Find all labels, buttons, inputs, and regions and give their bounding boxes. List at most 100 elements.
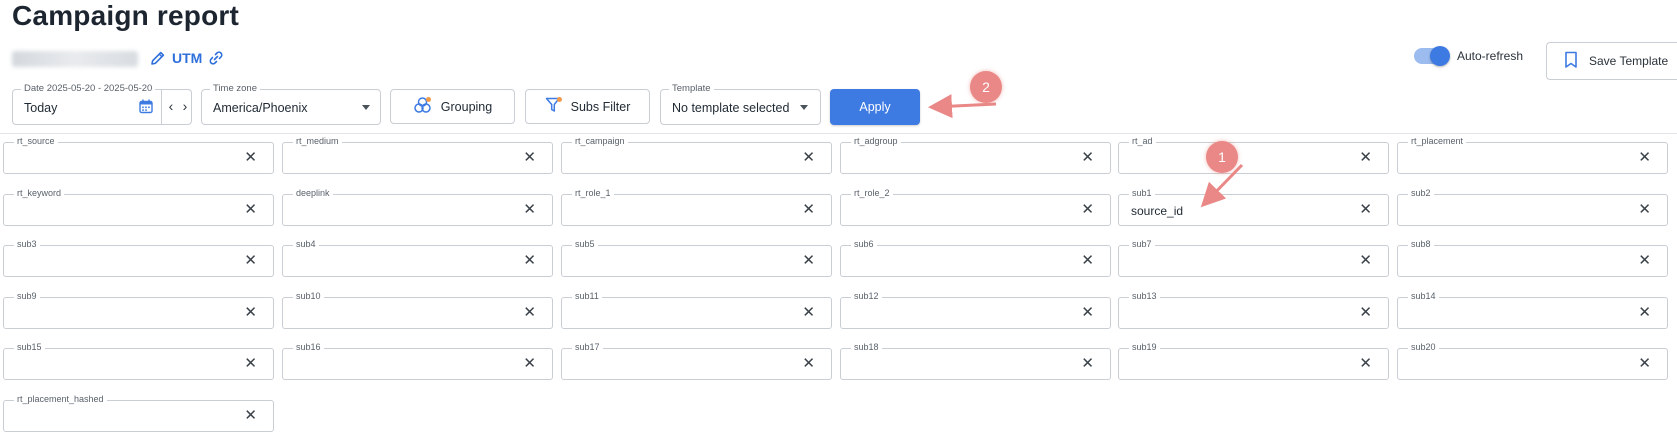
clear-icon[interactable]: ✕ [244, 355, 257, 373]
field-label: rt_role_2 [851, 188, 893, 198]
field-label: rt_medium [293, 136, 342, 146]
grouping-label: Grouping [440, 99, 493, 114]
utm-field-sub18[interactable]: sub18 ✕ [840, 342, 1111, 380]
clear-icon[interactable]: ✕ [523, 252, 536, 270]
field-label: sub12 [851, 291, 882, 301]
utm-link[interactable]: UTM [150, 50, 224, 66]
utm-field-sub15[interactable]: sub15 ✕ [3, 342, 274, 380]
timezone-value[interactable]: America/Phoenix [213, 101, 308, 115]
clear-icon[interactable]: ✕ [1081, 252, 1094, 270]
clear-icon[interactable]: ✕ [244, 304, 257, 322]
clear-icon[interactable]: ✕ [244, 252, 257, 270]
clear-icon[interactable]: ✕ [802, 149, 815, 167]
clear-icon[interactable]: ✕ [1359, 304, 1372, 322]
utm-label[interactable]: UTM [172, 50, 202, 66]
clear-icon[interactable]: ✕ [1638, 149, 1651, 167]
apply-button[interactable]: Apply [830, 89, 920, 125]
utm-field-rt-placement[interactable]: rt_placement ✕ [1397, 136, 1668, 174]
clear-icon[interactable]: ✕ [523, 149, 536, 167]
utm-field-sub8[interactable]: sub8 ✕ [1397, 239, 1668, 277]
date-value[interactable]: Today [24, 101, 57, 115]
clear-icon[interactable]: ✕ [802, 201, 815, 219]
field-label: sub1 [1129, 188, 1155, 198]
date-label: Date 2025-05-20 - 2025-05-20 [21, 83, 156, 94]
save-template-button[interactable]: Save Template [1546, 42, 1677, 80]
calendar-icon[interactable] [139, 99, 153, 119]
caret-down-icon[interactable] [362, 105, 370, 110]
date-picker[interactable]: Date 2025-05-20 - 2025-05-20 Today ‹ › [12, 83, 192, 125]
utm-field-sub12[interactable]: sub12 ✕ [840, 291, 1111, 329]
field-label: sub9 [14, 291, 40, 301]
utm-field-sub17[interactable]: sub17 ✕ [561, 342, 832, 380]
template-select[interactable]: Template No template selected [660, 83, 821, 125]
clear-icon[interactable]: ✕ [1081, 149, 1094, 167]
utm-field-sub9[interactable]: sub9 ✕ [3, 291, 274, 329]
timezone-select[interactable]: Time zone America/Phoenix [201, 83, 381, 125]
chevron-right-icon[interactable]: › [178, 98, 192, 114]
clear-icon[interactable]: ✕ [802, 355, 815, 373]
auto-refresh-toggle[interactable] [1414, 46, 1450, 66]
utm-field-rt-campaign[interactable]: rt_campaign ✕ [561, 136, 832, 174]
clear-icon[interactable]: ✕ [244, 407, 257, 425]
link-icon[interactable] [208, 50, 224, 66]
template-value[interactable]: No template selected [672, 101, 789, 115]
clear-icon[interactable]: ✕ [1081, 201, 1094, 219]
field-label: sub2 [1408, 188, 1434, 198]
utm-field-rt-source[interactable]: rt_source ✕ [3, 136, 274, 174]
utm-field-sub14[interactable]: sub14 ✕ [1397, 291, 1668, 329]
utm-field-sub13[interactable]: sub13 ✕ [1118, 291, 1389, 329]
field-label: sub5 [572, 239, 598, 249]
clear-icon[interactable]: ✕ [1359, 149, 1372, 167]
field-label: sub3 [14, 239, 40, 249]
clear-icon[interactable]: ✕ [1638, 252, 1651, 270]
utm-field-sub7[interactable]: sub7 ✕ [1118, 239, 1389, 277]
utm-field-sub6[interactable]: sub6 ✕ [840, 239, 1111, 277]
auto-refresh-toggle-group: Auto-refresh [1414, 46, 1523, 66]
utm-field-sub16[interactable]: sub16 ✕ [282, 342, 553, 380]
utm-field-rt-placement-hashed[interactable]: rt_placement_hashed ✕ [3, 394, 274, 432]
clear-icon[interactable]: ✕ [802, 304, 815, 322]
utm-field-sub20[interactable]: sub20 ✕ [1397, 342, 1668, 380]
clear-icon[interactable]: ✕ [1638, 355, 1651, 373]
utm-field-rt-role-1[interactable]: rt_role_1 ✕ [561, 188, 832, 226]
clear-icon[interactable]: ✕ [1081, 304, 1094, 322]
clear-icon[interactable]: ✕ [1359, 201, 1372, 219]
field-label: sub19 [1129, 342, 1160, 352]
pencil-icon[interactable] [150, 50, 166, 66]
field-label: sub4 [293, 239, 319, 249]
clear-icon[interactable]: ✕ [523, 355, 536, 373]
utm-field-sub10[interactable]: sub10 ✕ [282, 291, 553, 329]
clear-icon[interactable]: ✕ [802, 252, 815, 270]
clear-icon[interactable]: ✕ [523, 201, 536, 219]
field-label: rt_campaign [572, 136, 628, 146]
subs-filter-button[interactable]: Subs Filter [525, 89, 650, 124]
field-value[interactable]: source_id [1131, 204, 1183, 218]
utm-field-sub1[interactable]: sub1 source_id ✕ [1118, 188, 1389, 226]
field-label: sub18 [851, 342, 882, 352]
clear-icon[interactable]: ✕ [1638, 201, 1651, 219]
utm-field-rt-ad[interactable]: rt_ad ✕ [1118, 136, 1389, 174]
utm-field-sub2[interactable]: sub2 ✕ [1397, 188, 1668, 226]
field-label: sub10 [293, 291, 324, 301]
clear-icon[interactable]: ✕ [1081, 355, 1094, 373]
clear-icon[interactable]: ✕ [1359, 252, 1372, 270]
utm-field-rt-role-2[interactable]: rt_role_2 ✕ [840, 188, 1111, 226]
utm-field-rt-keyword[interactable]: rt_keyword ✕ [3, 188, 274, 226]
utm-field-sub5[interactable]: sub5 ✕ [561, 239, 832, 277]
utm-field-sub11[interactable]: sub11 ✕ [561, 291, 832, 329]
grouping-button[interactable]: Grouping [390, 89, 515, 124]
utm-field-sub3[interactable]: sub3 ✕ [3, 239, 274, 277]
utm-field-rt-medium[interactable]: rt_medium ✕ [282, 136, 553, 174]
utm-field-deeplink[interactable]: deeplink ✕ [282, 188, 553, 226]
field-label: deeplink [293, 188, 333, 198]
chevron-left-icon[interactable]: ‹ [164, 98, 178, 114]
clear-icon[interactable]: ✕ [1638, 304, 1651, 322]
clear-icon[interactable]: ✕ [244, 201, 257, 219]
caret-down-icon[interactable] [800, 105, 808, 110]
utm-field-sub4[interactable]: sub4 ✕ [282, 239, 553, 277]
clear-icon[interactable]: ✕ [1359, 355, 1372, 373]
clear-icon[interactable]: ✕ [523, 304, 536, 322]
clear-icon[interactable]: ✕ [244, 149, 257, 167]
utm-field-sub19[interactable]: sub19 ✕ [1118, 342, 1389, 380]
utm-field-rt-adgroup[interactable]: rt_adgroup ✕ [840, 136, 1111, 174]
